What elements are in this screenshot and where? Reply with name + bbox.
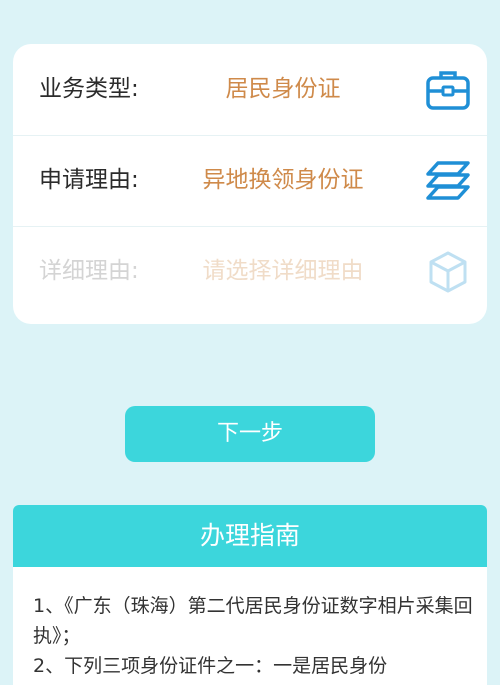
apply-reason-row[interactable]: 申请理由: 异地换领身份证 — [13, 135, 487, 226]
apply-reason-label: 申请理由: — [39, 167, 139, 193]
guide-body: 1、《广东（珠海）第二代居民身份证数字相片采集回执》； 2、下列三项身份证件之一… — [33, 591, 473, 681]
detail-reason-row[interactable]: 详细理由: 请选择详细理由 — [13, 226, 487, 317]
detail-reason-placeholder[interactable]: 请选择详细理由 — [163, 226, 403, 317]
guide-card: 办理指南 1、《广东（珠海）第二代居民身份证数字相片采集回执》； 2、下列三项身… — [13, 505, 487, 685]
business-type-row[interactable]: 业务类型: 居民身份证 — [13, 44, 487, 135]
layers-icon — [424, 157, 472, 205]
guide-item: 2、下列三项身份证件之一：一是居民身份 — [33, 655, 388, 677]
apply-reason-value[interactable]: 异地换领身份证 — [163, 135, 403, 226]
business-type-value[interactable]: 居民身份证 — [163, 44, 403, 135]
guide-item: 1、《广东（珠海）第二代居民身份证数字相片采集回执》； — [33, 595, 473, 647]
guide-title: 办理指南 — [13, 505, 487, 567]
detail-reason-label: 详细理由: — [39, 258, 139, 284]
application-form-card: 业务类型: 居民身份证 申请理由: 异地换领身份证 详细理由: 请选择详细理由 — [13, 44, 487, 324]
business-type-label: 业务类型: — [39, 76, 139, 102]
briefcase-icon — [424, 66, 472, 114]
next-step-button[interactable]: 下一步 — [125, 406, 375, 462]
cube-icon — [424, 248, 472, 296]
